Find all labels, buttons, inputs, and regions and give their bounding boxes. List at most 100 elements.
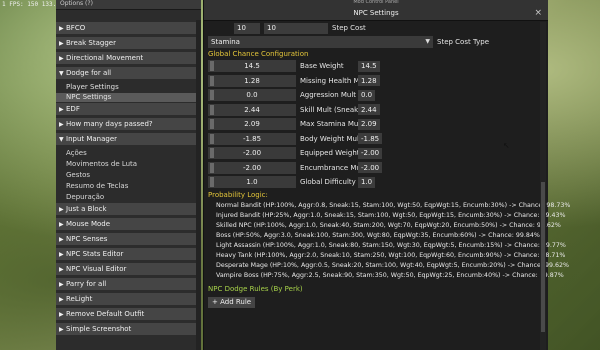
slider-label: Encumbrance Mult: [300, 163, 366, 172]
value-input[interactable]: 14.5: [358, 60, 380, 72]
menu-item[interactable]: Ações: [56, 148, 196, 158]
step-cost-type-value: Stamina: [211, 38, 240, 46]
slider-grab[interactable]: [210, 162, 214, 173]
list-item: Boss (HP:50%, Aggr:3.0, Sneak:100, Stam:…: [208, 231, 540, 241]
main-scrollbar[interactable]: [540, 22, 546, 350]
global-chance-title: Global Chance Configuration: [208, 50, 309, 58]
slider[interactable]: 14.5: [208, 60, 296, 72]
slider-value-text: 2.09: [244, 120, 260, 128]
menu-item[interactable]: Player Settings: [56, 82, 196, 92]
global-chance-sliders: 14.5 Base Weight 14.5 1.28 Missing Health Mu…: [208, 60, 538, 188]
menu-item-label: Movimentos de Luta: [66, 160, 138, 168]
menu-item[interactable]: ▶ How many days passed?: [56, 118, 196, 130]
slider-grab[interactable]: [210, 177, 214, 187]
menu-item[interactable]: ▼ Dodge for all: [56, 67, 196, 79]
menu-item[interactable]: NPC Settings: [56, 92, 196, 102]
slider[interactable]: 2.09: [208, 118, 296, 130]
scrollbar-thumb[interactable]: [541, 182, 545, 332]
slider[interactable]: -1.85: [208, 132, 296, 145]
slider-label: Global Difficulty: [300, 178, 356, 186]
slider[interactable]: 1.28: [208, 74, 296, 87]
collapsed-arrow-icon: ▶: [59, 54, 64, 62]
collapsed-arrow-icon: ▶: [59, 120, 64, 128]
slider-grab[interactable]: [210, 104, 214, 115]
menu-item[interactable]: Depuração: [56, 192, 196, 202]
slider-value-text: 1.0: [246, 178, 258, 186]
slider[interactable]: 1.0: [208, 176, 296, 188]
expanded-arrow-icon: ▼: [59, 69, 64, 77]
menu-item[interactable]: ▶ NPC Visual Editor: [56, 263, 196, 275]
slider-label: Base Weight: [300, 62, 344, 70]
mouse-cursor-icon: ↖: [503, 141, 510, 150]
add-rule-button[interactable]: + Add Rule: [208, 296, 256, 308]
left-mod-list-panel: Options (?) ▶ BFCO ▶ Break Stagger ▶ Directio…: [56, 0, 201, 350]
probability-title: Probability Logic:: [208, 190, 268, 199]
menu-item-label: Resumo de Teclas: [66, 182, 129, 190]
menu-item[interactable]: Movimentos de Luta: [56, 159, 196, 169]
collapsed-arrow-icon: ▶: [59, 220, 64, 228]
settings-content: 10 10 Step Cost Stamina ▼ Step Cost Type…: [208, 22, 570, 308]
slider-grab[interactable]: [210, 75, 214, 86]
collapsed-arrow-icon: ▶: [59, 105, 64, 113]
menu-item[interactable]: ▶ Remove Default Outfit: [56, 308, 196, 320]
step-cost-input-a[interactable]: 10: [234, 22, 260, 34]
menu-item[interactable]: ▶ BFCO: [56, 22, 196, 34]
list-item-text: Boss (HP:50%, Aggr:3.0, Sneak:100, Stam:…: [216, 232, 540, 239]
slider-grab[interactable]: [210, 90, 214, 100]
value-input[interactable]: 0.0: [358, 89, 376, 101]
menu-item-label: Gestos: [66, 171, 91, 179]
slider-value-text: -2.00: [242, 163, 262, 172]
slider[interactable]: 0.0: [208, 89, 296, 101]
menu-item[interactable]: ▶ Simple Screenshot: [56, 323, 196, 335]
step-cost-label: Step Cost: [332, 24, 366, 32]
value-input[interactable]: -2.00: [358, 147, 383, 159]
slider[interactable]: 2.44: [208, 103, 296, 116]
slider-grab[interactable]: [210, 119, 214, 129]
left-scrollbar[interactable]: [196, 20, 201, 350]
menu-item[interactable]: Gestos: [56, 170, 196, 180]
list-item-text: Normal Bandit (HP:100%, Aggr:0.8, Sneak:…: [216, 202, 571, 209]
value-input[interactable]: 1.0: [358, 176, 376, 188]
menu-item[interactable]: ▶ Just a Block: [56, 203, 196, 215]
slider[interactable]: -2.00: [208, 161, 296, 174]
slider-grab[interactable]: [210, 133, 214, 144]
menu-item[interactable]: Resumo de Teclas: [56, 181, 196, 191]
dropdown-arrow-icon: ▼: [425, 38, 430, 45]
menu-item[interactable]: ▶ Break Stagger: [56, 37, 196, 49]
slider-grab[interactable]: [210, 61, 214, 71]
slider[interactable]: -2.00: [208, 147, 296, 159]
list-item-text: Vampire Boss (HP:75%, Aggr:2.5, Sneak:90…: [216, 272, 564, 279]
menu-item[interactable]: ▼ Input Manager: [56, 133, 196, 145]
menu-item[interactable]: ▶ Directional Movement: [56, 52, 196, 64]
value-input[interactable]: -1.85: [358, 133, 383, 144]
list-item-text: Skilled NPC (HP:100%, Aggr:1.0, Sneak:40…: [216, 222, 561, 229]
menu-item-label: ReLight: [66, 295, 93, 303]
list-item-text: Injured Bandit (HP:25%, Aggr:1.0, Sneak:…: [216, 212, 566, 219]
menu-item[interactable]: ▶ Mouse Mode: [56, 218, 196, 230]
collapsed-arrow-icon: ▶: [59, 205, 64, 213]
probability-list: Normal Bandit (HP:100%, Aggr:0.8, Sneak:…: [208, 201, 570, 281]
step-cost-type-label: Step Cost Type: [437, 38, 490, 46]
slider-row: 2.44 Skill Mult (Sneak) 2.44: [208, 103, 538, 116]
value-input[interactable]: -2.00: [358, 162, 383, 173]
slider-row: 1.28 Missing Health Mult 1.28: [208, 74, 538, 87]
slider-value-text: 0.0: [246, 91, 258, 99]
menu-item[interactable]: ▶ ReLight: [56, 293, 196, 305]
menu-item[interactable]: ▶ NPC Stats Editor: [56, 248, 196, 260]
slider-row: 1.0 Global Difficulty 1.0: [208, 176, 538, 188]
step-cost-type-select[interactable]: Stamina ▼: [208, 36, 433, 48]
close-button[interactable]: ×: [534, 8, 542, 18]
menu-item[interactable]: ▶ EDF: [56, 103, 196, 115]
value-input[interactable]: 2.09: [358, 118, 380, 130]
slider-label: Body Weight Mult: [300, 134, 362, 143]
value-input[interactable]: 2.44: [358, 104, 380, 115]
menu-item[interactable]: ▶ NPC Senses: [56, 233, 196, 245]
slider-grab[interactable]: [210, 148, 214, 158]
menu-item[interactable]: ▶ Parry for all: [56, 278, 196, 290]
step-cost-input-b[interactable]: 10: [264, 22, 328, 34]
slider-label: Skill Mult (Sneak): [300, 105, 361, 114]
list-item: Injured Bandit (HP:25%, Aggr:1.0, Sneak:…: [208, 211, 565, 221]
menu-item-label: NPC Visual Editor: [66, 265, 127, 273]
collapsed-arrow-icon: ▶: [59, 24, 64, 32]
value-input[interactable]: 1.28: [358, 75, 380, 86]
